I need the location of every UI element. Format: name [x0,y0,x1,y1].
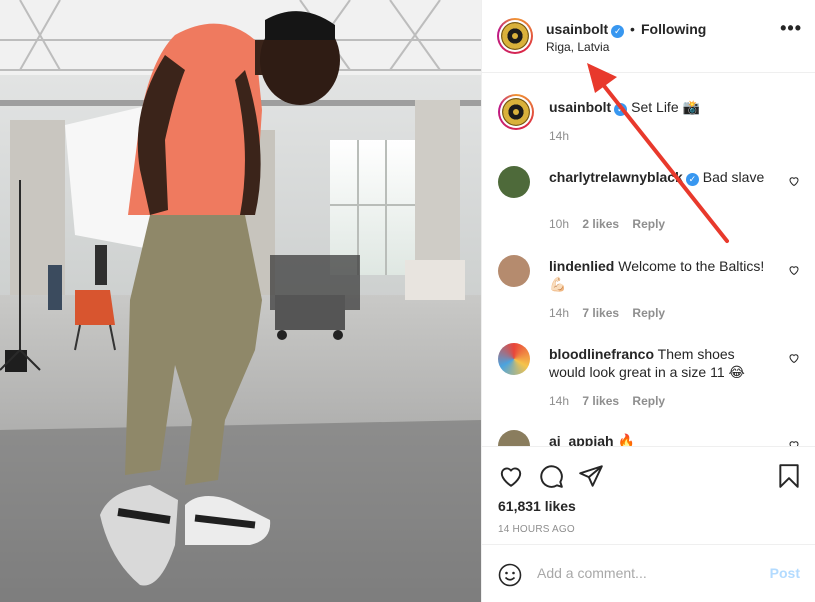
emoji-icon[interactable] [498,563,522,587]
comment-like-icon[interactable] [788,439,800,446]
author-username-text[interactable]: usainbolt [546,21,608,37]
comment-content: Bad slave [702,169,765,185]
location-link[interactable]: Riga, Latvia [546,40,609,54]
comment-like-icon[interactable] [788,352,800,364]
comment-meta: 14h 7 likes Reply [549,306,675,320]
comment-likes[interactable]: 7 likes [582,306,619,320]
comment-meta: 10h 2 likes Reply [549,217,675,231]
comment-meta: 14h 7 likes Reply [549,394,675,408]
post-time-ago[interactable]: 14 HOURS AGO [498,524,575,535]
verified-badge-icon: ✓ [685,173,699,186]
list-item: lindenlied Welcome to the Baltics!💪🏻 14h… [498,255,808,325]
comment-text: aj_appiah 🔥 [549,432,771,446]
commenter-username[interactable]: bloodlinefranco [549,346,654,362]
comment-text: usainbolt ✓ Set Life 📸 [549,98,771,116]
commenter-avatar[interactable] [498,430,530,446]
commenter-username[interactable]: usainbolt [549,99,611,115]
comment-content: Set Life 📸 [631,99,700,115]
bookmark-icon[interactable] [776,463,802,489]
post-button[interactable]: Post [770,565,800,581]
post-actions: 61,831 likes 14 HOURS AGO Post [482,446,815,600]
list-item: charlytrelawnyblack ✓ Bad slave 10h 2 lik… [498,166,808,236]
verified-badge-icon: ✓ [614,103,628,116]
comment-content: 🔥 [617,433,635,446]
clockwork-logo-icon [501,22,529,50]
comment-like-icon[interactable] [788,264,800,276]
comment-time[interactable]: 14h [549,306,569,320]
comment-likes[interactable]: 7 likes [582,394,619,408]
more-options-icon[interactable]: ••• [780,19,802,37]
comment-icon[interactable] [538,463,564,489]
reply-button[interactable]: Reply [632,306,665,320]
reply-button[interactable]: Reply [632,394,665,408]
comment-text: bloodlinefranco Them shoes would look gr… [549,345,771,381]
comment-likes[interactable]: 2 likes [582,217,619,231]
verified-badge-icon: ✓ [611,25,625,38]
photo-scene [0,0,481,602]
comment-meta: 14h [549,129,579,143]
add-comment-input[interactable] [537,561,757,585]
comment-text: charlytrelawnyblack ✓ Bad slave [549,168,771,186]
likes-count[interactable]: 61,831 likes [498,498,576,514]
caption-comment: usainbolt ✓ Set Life 📸 14h [498,94,808,154]
clockwork-logo-icon [502,98,530,126]
commenter-username[interactable]: aj_appiah [549,433,614,446]
commenter-avatar[interactable] [498,166,530,198]
comment-time[interactable]: 10h [549,217,569,231]
share-icon[interactable] [578,463,604,489]
comment-like-icon[interactable] [788,175,800,187]
comment-text: lindenlied Welcome to the Baltics!💪🏻 [549,257,771,293]
comment-time[interactable]: 14h [549,129,569,143]
author-username[interactable]: usainbolt ✓ [546,21,625,38]
following-button[interactable]: Following [641,21,706,37]
commenter-avatar[interactable] [498,343,530,375]
list-item: aj_appiah 🔥 [498,430,808,446]
commenter-avatar[interactable] [498,255,530,287]
author-avatar[interactable] [497,18,533,54]
post-photo[interactable] [0,0,481,602]
list-item: bloodlinefranco Them shoes would look gr… [498,343,808,413]
post-side-panel: usainbolt ✓ • Following Riga, Latvia ••• … [481,0,815,602]
commenter-username[interactable]: charlytrelawnyblack [549,169,683,185]
add-comment-bar: Post [482,544,815,601]
commenter-username[interactable]: lindenlied [549,258,614,274]
comment-time[interactable]: 14h [549,394,569,408]
reply-button[interactable]: Reply [632,217,665,231]
separator-dot: • [630,21,635,37]
post-header: usainbolt ✓ • Following Riga, Latvia ••• [482,0,815,73]
heart-icon[interactable] [498,463,524,489]
comments-list[interactable]: usainbolt ✓ Set Life 📸 14h charlytrelawny… [482,74,815,446]
commenter-avatar[interactable] [498,94,534,130]
